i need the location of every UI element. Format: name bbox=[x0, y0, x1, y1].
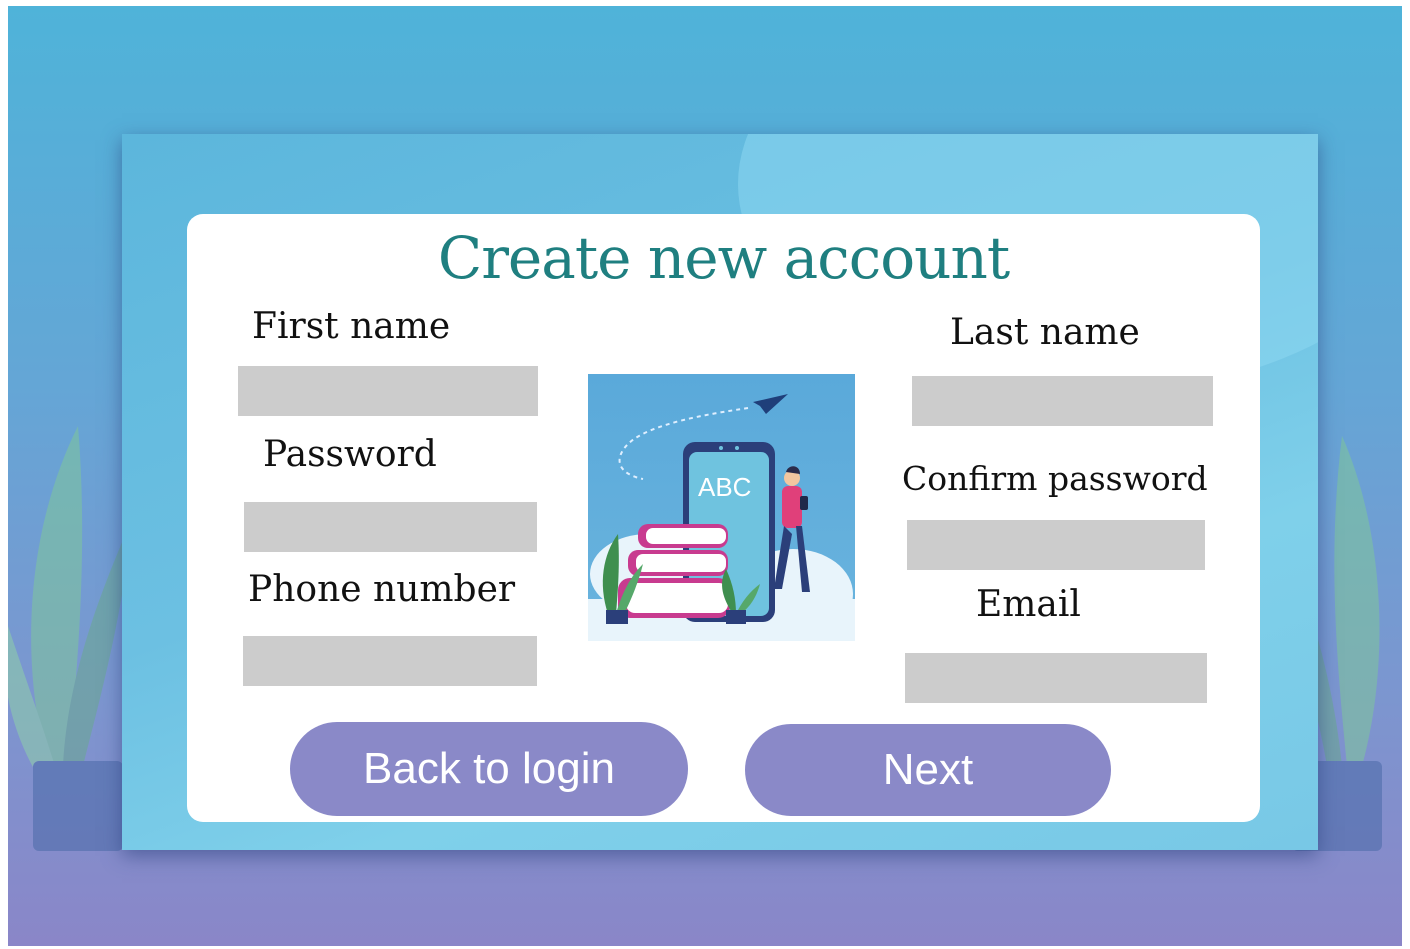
first-name-label: First name bbox=[252, 306, 451, 347]
phone-number-field[interactable] bbox=[243, 636, 537, 686]
next-button[interactable]: Next bbox=[745, 724, 1111, 816]
last-name-field[interactable] bbox=[912, 376, 1213, 426]
signup-illustration: ABC bbox=[588, 374, 855, 641]
email-label: Email bbox=[976, 584, 1081, 625]
education-illustration-icon: ABC bbox=[588, 394, 855, 641]
last-name-label: Last name bbox=[950, 312, 1140, 353]
page-title: Create new account bbox=[437, 224, 1010, 292]
confirm-password-field[interactable] bbox=[907, 520, 1205, 570]
create-account-card: Create new account First name Password P… bbox=[187, 214, 1260, 822]
phone-number-label: Phone number bbox=[248, 569, 516, 610]
confirm-password-label: Confirm password bbox=[902, 459, 1208, 498]
back-to-login-button[interactable]: Back to login bbox=[290, 722, 688, 816]
password-label: Password bbox=[263, 434, 437, 475]
plant-decoration-left bbox=[8, 426, 133, 851]
phone-screen-text: ABC bbox=[698, 472, 751, 502]
first-name-field[interactable] bbox=[238, 366, 538, 416]
email-field[interactable] bbox=[905, 653, 1207, 703]
password-field[interactable] bbox=[244, 502, 537, 552]
